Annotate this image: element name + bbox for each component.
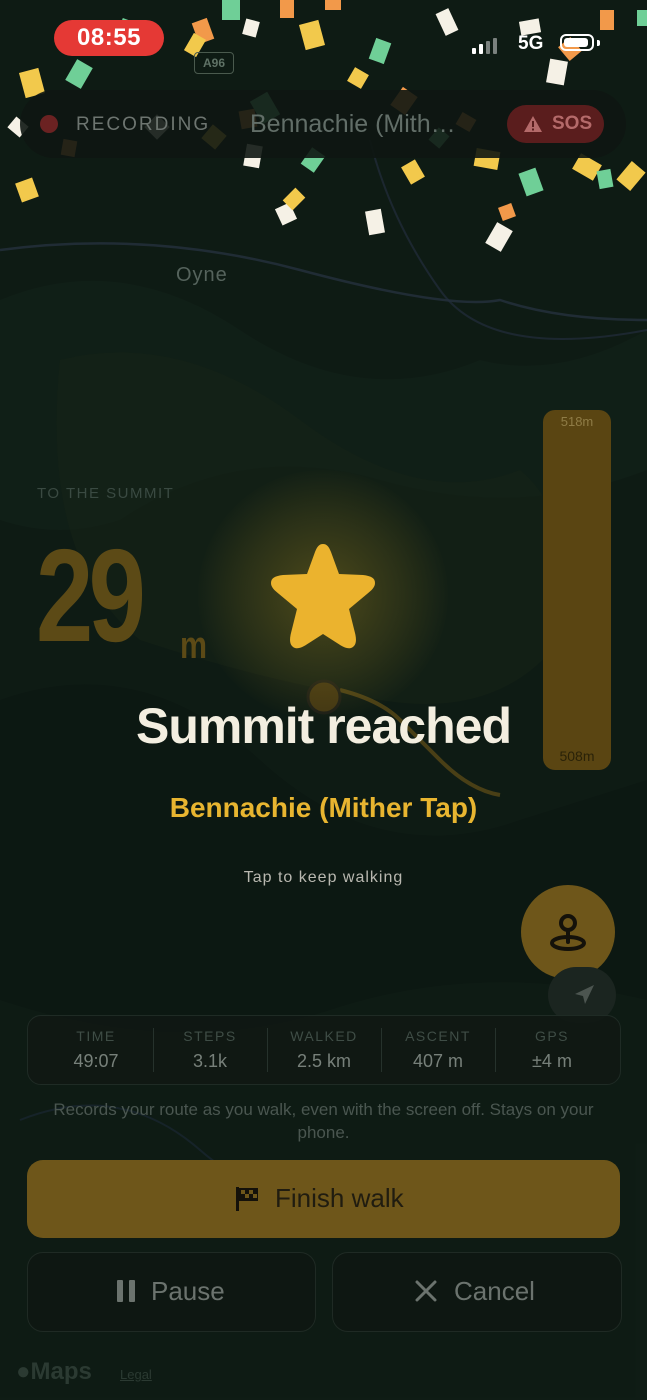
stat-steps: STEPS 3.1k — [153, 1016, 267, 1084]
cancel-button[interactable]: Cancel — [332, 1252, 622, 1332]
road-label: A96 — [194, 52, 234, 74]
summit-distance-value: 29 — [36, 522, 146, 669]
stat-label: ASCENT — [405, 1028, 471, 1044]
summit-peak-name: Bennachie (Mither Tap) — [169, 792, 478, 823]
stat-label: WALKED — [290, 1028, 358, 1044]
signal-icon — [472, 38, 498, 54]
sos-label: SOS — [552, 113, 593, 134]
map-place-label: Oyne — [176, 264, 228, 286]
star-icon — [271, 544, 375, 649]
sos-button[interactable]: SOS — [507, 105, 604, 143]
walk-stats: TIME 49:07 STEPS 3.1k WALKED 2.5 km ASCE… — [27, 1015, 621, 1085]
privacy-note: Records your route as you walk, even wit… — [53, 1100, 594, 1142]
apple-logo-icon: ● — [16, 1358, 31, 1385]
stat-value: 3.1k — [192, 1051, 228, 1071]
recording-label: RECORDING — [76, 114, 211, 135]
gauge-top-label: 518m — [560, 414, 594, 429]
pause-button[interactable]: Pause — [27, 1252, 316, 1332]
target-peak-name: Bennachie (Mith… — [250, 110, 456, 138]
close-icon — [415, 1280, 437, 1302]
stat-value: 49:07 — [73, 1051, 119, 1071]
stat-value: 2.5 km — [296, 1051, 352, 1071]
checkered-flag-icon — [236, 1187, 258, 1211]
network-label: 5G — [518, 33, 544, 54]
finish-walk-button[interactable]: Finish walk — [27, 1160, 620, 1238]
locate-button[interactable] — [521, 885, 615, 979]
stat-time: TIME 49:07 — [39, 1016, 153, 1084]
stat-label: STEPS — [183, 1028, 237, 1044]
cancel-label: Cancel — [454, 1276, 535, 1306]
stat-walked: WALKED 2.5 km — [267, 1016, 381, 1084]
pause-label: Pause — [151, 1276, 225, 1306]
summit-distance-caption: TO THE SUMMIT — [37, 485, 175, 502]
status-time: 08:55 — [54, 20, 164, 56]
warning-icon — [524, 116, 542, 132]
pause-icon — [117, 1280, 135, 1302]
stat-gps: GPS ±4 m — [495, 1016, 609, 1084]
legal-link[interactable]: Legal — [120, 1367, 152, 1382]
location-pin-icon — [550, 914, 586, 951]
stat-label: TIME — [76, 1028, 116, 1044]
maps-attribution-label: Maps — [30, 1358, 92, 1385]
finish-walk-label: Finish walk — [275, 1183, 404, 1213]
stat-value: 407 m — [412, 1051, 464, 1071]
stat-value: ±4 m — [532, 1051, 572, 1071]
battery-icon — [560, 34, 600, 51]
recording-bar: RECORDING Bennachie (Mith… SOS — [20, 90, 626, 158]
recording-dot — [40, 115, 58, 133]
summit-title: Summit reached — [135, 698, 512, 754]
stat-ascent: ASCENT 407 m — [381, 1016, 495, 1084]
maps-attribution: ●Maps — [16, 1358, 92, 1386]
stat-label: GPS — [534, 1028, 570, 1044]
